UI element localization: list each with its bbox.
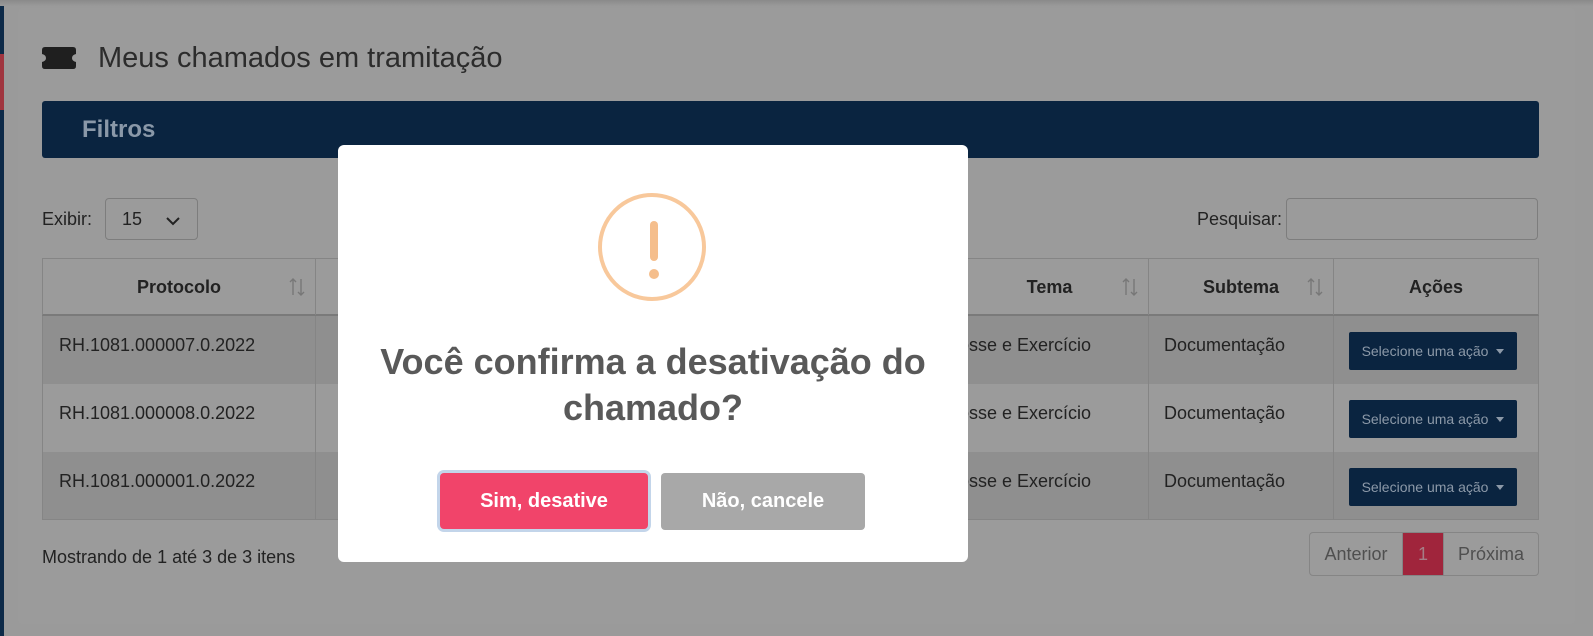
top-shadow — [0, 0, 1593, 6]
pagination-next[interactable]: Próxima — [1443, 533, 1538, 575]
sort-icon — [1307, 278, 1323, 296]
cell-protocolo: RH.1081.000007.0.2022 — [59, 335, 256, 355]
col-header-acoes: Ações — [1408, 276, 1464, 297]
page-title: Meus chamados em tramitação — [98, 41, 503, 74]
confirm-dialog: Você confirma a desativação do chamado? … — [338, 145, 968, 562]
search-label: Pesquisar: — [1197, 209, 1283, 229]
cell-subtema: Documentação — [1164, 403, 1286, 423]
cancel-button[interactable]: Não, cancele — [661, 473, 865, 530]
cell-tema: osse e Exercício — [959, 335, 1092, 355]
chevron-down-icon — [166, 213, 180, 231]
select-action-button[interactable]: Selecione uma ação — [1349, 332, 1517, 370]
pagination-page-1[interactable]: 1 — [1403, 533, 1443, 575]
pagination-prev[interactable]: Anterior — [1310, 533, 1403, 575]
ticket-icon — [42, 47, 76, 69]
warning-icon — [598, 193, 706, 301]
show-entries-select[interactable]: 15 — [105, 198, 198, 240]
cell-tema: osse e Exercício — [959, 471, 1092, 491]
pagination: Anterior 1 Próxima — [1309, 532, 1539, 576]
show-entries-value: 15 — [122, 209, 143, 229]
side-active-marker — [0, 54, 4, 110]
sort-icon — [289, 278, 305, 296]
table-info: Mostrando de 1 até 3 de 3 itens — [42, 547, 296, 567]
caret-down-icon — [1496, 484, 1505, 490]
cell-protocolo: RH.1081.000001.0.2022 — [59, 471, 256, 491]
caret-down-icon — [1496, 416, 1505, 422]
select-action-button[interactable]: Selecione uma ação — [1349, 400, 1517, 438]
search-input[interactable] — [1286, 198, 1538, 240]
page-header: Meus chamados em tramitação — [42, 38, 503, 78]
col-header-tema[interactable]: Tema — [951, 259, 1149, 315]
caret-down-icon — [1496, 348, 1505, 354]
cell-subtema: Documentação — [1164, 471, 1286, 491]
sort-icon — [1122, 278, 1138, 296]
show-entries-label: Exibir: — [42, 209, 93, 229]
confirm-deactivate-button[interactable]: Sim, desative — [440, 473, 648, 529]
col-header-subtema[interactable]: Subtema — [1149, 259, 1334, 315]
col-header-protocolo[interactable]: Protocolo — [43, 259, 316, 315]
cell-tema: osse e Exercício — [959, 403, 1092, 423]
cell-protocolo: RH.1081.000008.0.2022 — [59, 403, 256, 423]
select-action-button[interactable]: Selecione uma ação — [1349, 468, 1517, 506]
dialog-title: Você confirma a desativação do chamado? — [380, 341, 926, 428]
cell-subtema: Documentação — [1164, 335, 1286, 355]
filters-label: Filtros — [82, 116, 156, 143]
